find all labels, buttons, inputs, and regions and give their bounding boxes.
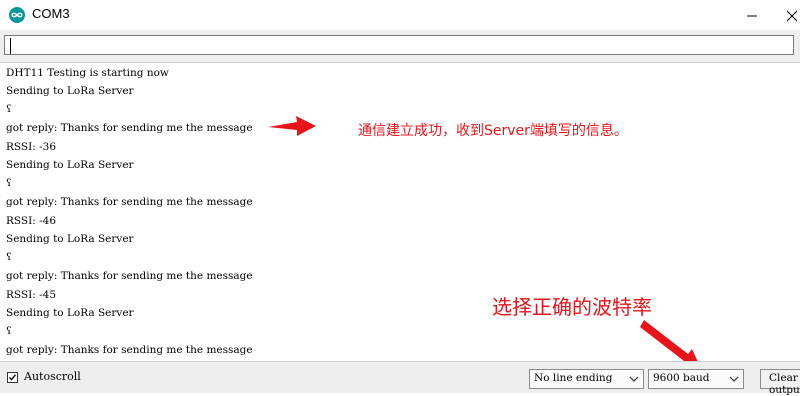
baud-annotation: 选择正确的波特率 [492,295,652,319]
output-line: Sending to LoRa Server [6,159,134,171]
status-bar: Autoscroll No line ending 9600 baud Clea… [0,361,800,396]
output-line: DHT11 Testing is starting now [6,67,169,79]
output-line: RSSI: -36 [6,141,57,153]
line-ending-select[interactable]: No line ending [529,369,644,389]
line-ending-value: No line ending [534,372,613,384]
output-line: Sending to LoRa Server [6,307,134,319]
clear-output-button[interactable]: Clear output [760,369,800,396]
output-line: got reply: Thanks for sending me the mes… [6,122,253,134]
output-line: RSSI: -45 [6,289,57,301]
output-line: ʕ [6,177,12,189]
minimize-button[interactable] [732,0,772,30]
output-line: got reply: Thanks for sending me the mes… [6,344,253,356]
output-line: Sending to LoRa Server [6,233,134,245]
title-bar: COM3 [0,0,800,31]
checkmark-icon [9,374,16,381]
send-input[interactable] [4,35,794,55]
output-line: RSSI: -46 [6,215,57,227]
send-row [0,30,800,63]
text-caret [10,38,11,54]
serial-output[interactable]: DHT11 Testing is starting now Sending to… [0,63,800,361]
chevron-down-icon [729,376,739,382]
output-line: got reply: Thanks for sending me the mes… [6,196,253,208]
chevron-down-icon [629,376,639,382]
close-icon [786,10,798,22]
connection-annotation: 通信建立成功，收到Server端填写的信息。 [358,123,628,139]
arduino-infinity-icon [9,7,25,27]
output-line: ʕ [6,251,12,263]
output-line: Sending to LoRa Server [6,85,134,97]
baud-rate-select[interactable]: 9600 baud [648,369,744,389]
autoscroll-checkbox[interactable] [7,372,18,383]
close-button[interactable] [772,0,800,30]
autoscroll-label: Autoscroll [24,370,81,383]
window-title: COM3 [32,6,70,21]
baud-rate-value: 9600 baud [653,372,710,384]
minimize-icon [747,15,757,17]
output-line: ʕ [6,325,12,337]
output-line: ʕ [6,103,12,115]
output-line: got reply: Thanks for sending me the mes… [6,270,253,282]
